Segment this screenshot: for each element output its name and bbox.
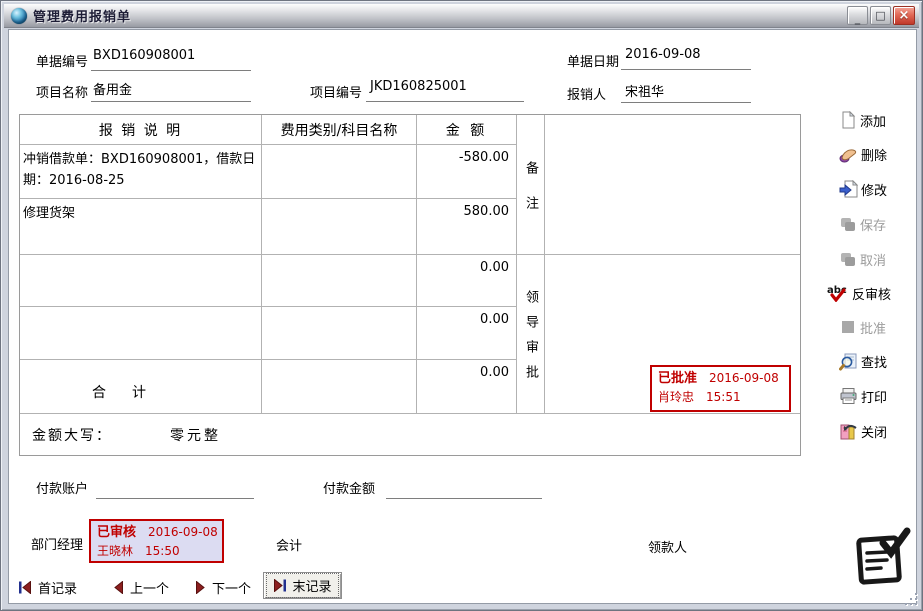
amount-in-words-row: 金额大写： 零元整: [20, 414, 800, 456]
project-no-value[interactable]: JKD160825001: [370, 79, 467, 94]
amount-in-words-value: 零元整: [112, 425, 221, 445]
modify-button[interactable]: 修改: [827, 178, 919, 200]
project-name-value[interactable]: 备用金: [93, 79, 132, 98]
total-label: 合 计: [20, 360, 262, 414]
row4-category[interactable]: [262, 307, 417, 360]
expense-table: 报 销 说 明 费用类别/科目名称 金 额 冲销借款单：BXD160908001…: [19, 114, 801, 456]
first-record-icon: [18, 581, 32, 594]
save-icon: [839, 215, 857, 233]
row2-amount[interactable]: 580.00: [417, 199, 517, 255]
row4-description[interactable]: [20, 307, 262, 360]
row1-category[interactable]: [262, 145, 417, 199]
app-globe-icon: [11, 8, 27, 24]
delete-button[interactable]: 删除: [827, 143, 919, 165]
title-bar[interactable]: 管理费用报销单 _ □ ×: [4, 4, 919, 28]
row3-description[interactable]: [20, 255, 262, 307]
amount-in-words-label: 金额大写：: [20, 425, 112, 445]
print-icon: [839, 387, 858, 405]
payment-amount-label: 付款金额: [323, 478, 375, 497]
cancel-icon: [839, 250, 857, 268]
row1-amount[interactable]: -580.00: [417, 145, 517, 199]
row4-amount[interactable]: 0.00: [417, 307, 517, 360]
first-record-button[interactable]: 首记录: [18, 576, 77, 598]
approved-stamp-date: 2016-09-08: [709, 369, 779, 388]
doc-date-value[interactable]: 2016-09-08: [625, 47, 701, 62]
col-header-category: 费用类别/科目名称: [262, 115, 417, 145]
row3-category[interactable]: [262, 255, 417, 307]
accountant-label: 会计: [276, 535, 302, 554]
col-header-amount: 金 额: [417, 115, 517, 145]
modify-page-icon: [839, 180, 858, 198]
approved-stamp-name: 肖玲忠: [658, 388, 694, 407]
previous-record-icon: [113, 581, 124, 594]
app-window: 管理费用报销单 _ □ × 单据编号 BXD160908001 单据日期 201…: [0, 0, 923, 611]
close-button[interactable]: ×: [893, 6, 915, 25]
claimant-underline: [621, 102, 751, 103]
leader-approval-vertical-label: 领导审批: [517, 255, 545, 414]
save-button: 保存: [827, 213, 919, 235]
audited-stamp-status: 已审核: [97, 523, 136, 542]
doc-date-label: 单据日期: [567, 51, 619, 70]
payment-account-underline: [96, 498, 254, 499]
remark-vertical-label: 备注: [517, 115, 545, 255]
delete-hand-icon: [839, 145, 858, 163]
close-door-icon: [839, 422, 858, 441]
minimize-button[interactable]: _: [847, 6, 868, 25]
window-title: 管理费用报销单: [33, 6, 131, 25]
project-name-underline: [91, 101, 251, 102]
payment-amount-underline: [386, 498, 542, 499]
reverse-audit-button[interactable]: abc 反审核: [827, 282, 919, 304]
approve-icon: [839, 318, 857, 336]
col-header-description: 报 销 说 明: [20, 115, 262, 145]
next-record-icon: [195, 581, 206, 594]
add-button[interactable]: 添加: [827, 109, 919, 131]
next-record-button[interactable]: 下一个: [195, 576, 251, 598]
payee-label: 领款人: [648, 537, 687, 556]
last-record-button[interactable]: 末记录: [263, 572, 342, 599]
leader-approval-area: 已批准 2016-09-08 肖玲忠 15:51: [545, 255, 800, 414]
payment-account-label: 付款账户: [36, 478, 88, 497]
approved-stamp-status: 已批准: [658, 369, 697, 388]
total-category-cell: [262, 360, 417, 414]
row3-amount[interactable]: 0.00: [417, 255, 517, 307]
doc-no-label: 单据编号: [36, 51, 88, 70]
audited-stamp: 已审核 2016-09-08 王晓林 15:50: [89, 519, 224, 563]
total-amount: 0.00: [417, 360, 517, 414]
resize-grip[interactable]: [903, 591, 917, 605]
dept-manager-label: 部门经理: [31, 534, 83, 553]
document-check-watermark-icon: [851, 527, 911, 593]
previous-record-button[interactable]: 上一个: [113, 576, 169, 598]
project-no-underline: [366, 101, 524, 102]
approved-stamp: 已批准 2016-09-08 肖玲忠 15:51: [650, 365, 791, 412]
remark-area[interactable]: [545, 115, 800, 255]
approve-button: 批准: [827, 316, 919, 338]
row2-description[interactable]: 修理货架: [20, 199, 262, 255]
maximize-button[interactable]: □: [870, 6, 891, 25]
doc-no-value[interactable]: BXD160908001: [93, 48, 195, 63]
doc-no-underline: [91, 70, 251, 71]
add-page-icon: [839, 111, 857, 129]
cancel-button: 取消: [827, 248, 919, 270]
exit-button[interactable]: 关闭: [827, 420, 919, 442]
claimant-label: 报销人: [567, 84, 606, 103]
abc-uncheck-icon: abc: [827, 284, 849, 302]
project-name-label: 项目名称: [36, 82, 88, 101]
audited-stamp-date: 2016-09-08: [148, 523, 218, 542]
find-button[interactable]: 查找: [827, 350, 919, 372]
audited-stamp-name: 王晓林: [97, 542, 133, 561]
search-icon: [839, 352, 858, 371]
project-no-label: 项目编号: [310, 82, 362, 101]
doc-date-underline: [621, 69, 751, 70]
audited-stamp-time: 15:50: [145, 542, 180, 561]
last-record-icon: [273, 579, 287, 592]
row1-description[interactable]: 冲销借款单：BXD160908001，借款日期：2016-08-25: [20, 145, 262, 199]
row2-category[interactable]: [262, 199, 417, 255]
approved-stamp-time: 15:51: [706, 388, 741, 407]
claimant-value[interactable]: 宋祖华: [625, 81, 664, 100]
print-button[interactable]: 打印: [827, 385, 919, 407]
